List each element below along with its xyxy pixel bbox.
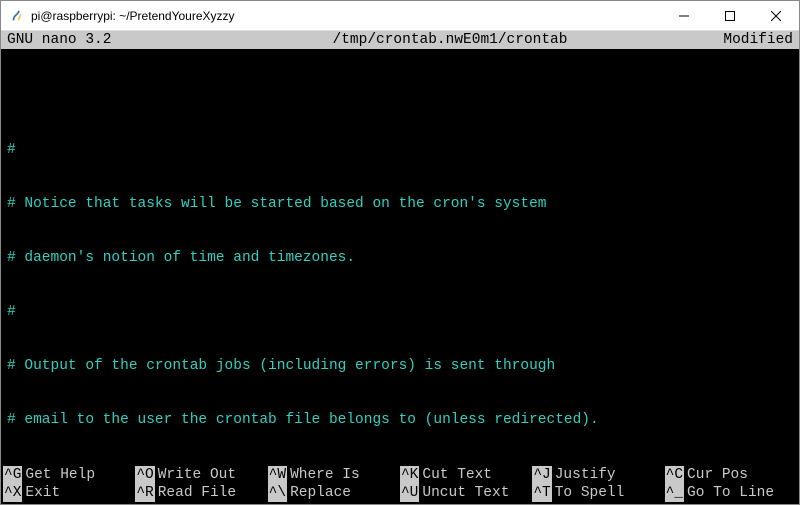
- editor-line: # daemon's notion of time and timezones.: [7, 249, 793, 267]
- editor-area[interactable]: # # Notice that tasks will be started ba…: [1, 49, 799, 466]
- terminal[interactable]: GNU nano 3.2 /tmp/crontab.nwE0m1/crontab…: [1, 31, 799, 504]
- curpos-shortcut[interactable]: ^CCur Pos: [665, 466, 797, 484]
- close-button[interactable]: [753, 1, 799, 30]
- nano-version: GNU nano 3.2: [7, 31, 207, 49]
- cut-shortcut[interactable]: ^KCut Text: [400, 466, 532, 484]
- window-titlebar: pi@raspberrypi: ~/PretendYoureXyzzy: [1, 1, 799, 31]
- exit-shortcut[interactable]: ^XExit: [3, 484, 135, 502]
- editor-line: #: [7, 141, 793, 159]
- footer-row-1: ^GGet Help ^OWrite Out ^WWhere Is ^KCut …: [3, 466, 797, 484]
- editor-line: # Output of the crontab jobs (including …: [7, 357, 793, 375]
- spell-shortcut[interactable]: ^TTo Spell: [532, 484, 664, 502]
- whereis-shortcut[interactable]: ^WWhere Is: [268, 466, 400, 484]
- editor-line: #: [7, 303, 793, 321]
- minimize-button[interactable]: [661, 1, 707, 30]
- readfile-shortcut[interactable]: ^RRead File: [135, 484, 267, 502]
- writeout-shortcut[interactable]: ^OWrite Out: [135, 466, 267, 484]
- editor-line: # Notice that tasks will be started base…: [7, 195, 793, 213]
- replace-shortcut[interactable]: ^\Replace: [268, 484, 400, 502]
- nano-footer: ^GGet Help ^OWrite Out ^WWhere Is ^KCut …: [1, 466, 799, 504]
- uncut-shortcut[interactable]: ^UUncut Text: [400, 484, 532, 502]
- blank-line: [7, 87, 793, 105]
- maximize-button[interactable]: [707, 1, 753, 30]
- footer-row-2: ^XExit ^RRead File ^\Replace ^UUncut Tex…: [3, 484, 797, 502]
- nano-header: GNU nano 3.2 /tmp/crontab.nwE0m1/crontab…: [1, 31, 799, 49]
- app-icon: [9, 8, 25, 24]
- window-title: pi@raspberrypi: ~/PretendYoureXyzzy: [31, 9, 661, 23]
- editor-line: # email to the user the crontab file bel…: [7, 411, 793, 429]
- gotoline-shortcut[interactable]: ^_Go To Line: [665, 484, 797, 502]
- justify-shortcut[interactable]: ^JJustify: [532, 466, 664, 484]
- nano-status: Modified: [693, 31, 793, 49]
- help-shortcut[interactable]: ^GGet Help: [3, 466, 135, 484]
- window-controls: [661, 1, 799, 30]
- nano-filepath: /tmp/crontab.nwE0m1/crontab: [207, 31, 693, 49]
